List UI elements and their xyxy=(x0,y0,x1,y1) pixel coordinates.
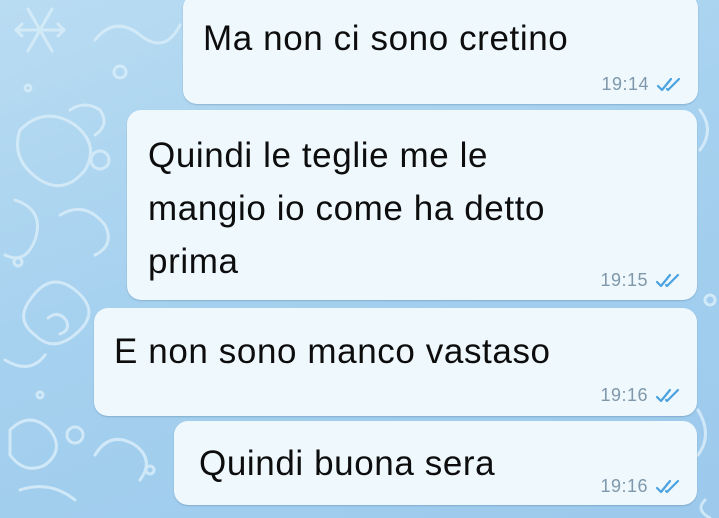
doodle-blob xyxy=(16,114,93,188)
message-text-line: mangio io come ha detto xyxy=(148,189,546,228)
double-check-icon xyxy=(655,388,680,403)
double-check-icon xyxy=(655,273,680,288)
doodle-swirl xyxy=(93,23,182,45)
double-check-icon xyxy=(656,77,681,92)
double-check-icon xyxy=(655,479,680,494)
message-text-line: prima xyxy=(148,242,239,281)
message-bubble[interactable]: E non sono manco vastaso 19:16 xyxy=(94,308,697,416)
message-bubble[interactable]: Quindi le teglie me le mangio io come ha… xyxy=(127,110,697,300)
message-time: 19:16 xyxy=(600,385,648,405)
message-text: Quindi buona sera xyxy=(199,444,496,483)
message-time: 19:14 xyxy=(601,74,649,94)
message-bubble[interactable]: Quindi buona sera 19:16 xyxy=(174,421,697,505)
message-meta: 19:16 xyxy=(600,385,684,406)
snowflake-doodle xyxy=(14,7,66,53)
message-text: E non sono manco vastaso xyxy=(114,332,551,371)
message-text: Ma non ci sono cretino xyxy=(203,19,569,58)
message-meta: 19:16 xyxy=(600,476,684,497)
message-bubble[interactable]: Ma non ci sono cretino 19:14 xyxy=(183,0,698,104)
message-meta: 19:15 xyxy=(600,270,684,291)
message-time: 19:15 xyxy=(600,270,648,290)
message-meta: 19:14 xyxy=(601,74,685,95)
message-time: 19:16 xyxy=(600,476,648,496)
message-text-line: Quindi le teglie me le xyxy=(148,136,489,175)
